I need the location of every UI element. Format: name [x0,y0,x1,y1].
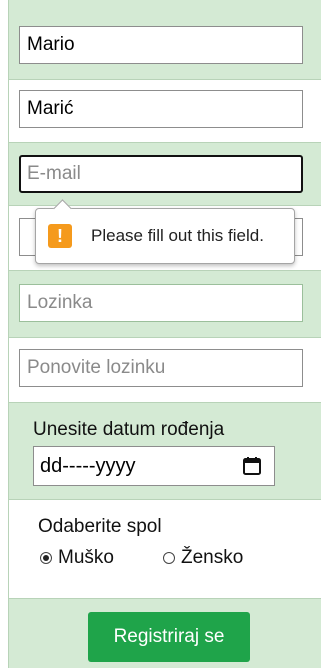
radio-unchecked-icon[interactable] [163,552,175,564]
gender-label: Odaberite spol [38,516,162,537]
calendar-icon[interactable] [242,456,262,476]
password-input[interactable]: Lozinka [19,284,303,322]
validation-message: Please fill out this field. [91,226,264,245]
birthdate-label: Unesite datum rođenja [33,419,225,440]
repeat-password-input[interactable]: Ponovite lozinku [19,349,303,387]
radio-female[interactable]: Žensko [163,546,243,570]
register-button[interactable]: Registriraj se [88,612,250,662]
validation-tooltip: ! Please fill out this field. [35,199,295,264]
birthdate-input[interactable]: dd-----yyyy [33,446,275,486]
radio-female-label: Žensko [181,547,244,568]
first-name-input[interactable]: Mario [19,26,303,64]
radio-male[interactable]: Muško [40,546,114,570]
radio-checked-icon[interactable] [40,552,52,564]
warning-icon: ! [48,224,72,248]
birthdate-placeholder: dd-----yyyy [40,455,136,477]
last-name-input[interactable]: Marić [19,90,303,128]
email-input[interactable]: E-mail [19,155,303,193]
radio-male-label: Muško [58,547,114,568]
